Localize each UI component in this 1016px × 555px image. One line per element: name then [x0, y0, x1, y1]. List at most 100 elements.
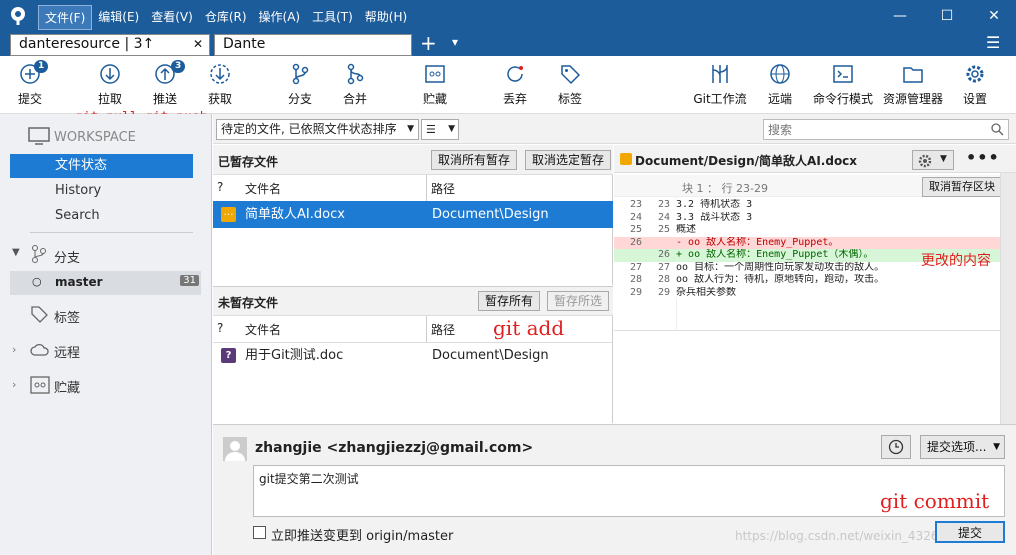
diff-line-text: 概述 [670, 224, 697, 235]
stash-label: 贮藏 [422, 92, 447, 106]
commit-badge: 1 [34, 60, 49, 73]
diff-line-text: 3.2 待机状态 3 [670, 199, 753, 210]
discard-button[interactable]: 丢弃 [485, 62, 545, 107]
diff-line-text: 3.3 战斗状态 3 [670, 211, 753, 223]
pull-button[interactable]: 拉取 [80, 62, 140, 107]
merge-button[interactable]: 合并 [325, 62, 385, 107]
sidebar-branches-heading[interactable]: 分支 [54, 247, 80, 266]
tag-icon [31, 306, 48, 323]
stage-selected-button[interactable]: 暂存所选 [547, 291, 610, 311]
sidebar-item-search[interactable]: Search [10, 204, 193, 228]
watermark-text: https://blog.csdn.net/weixin_43262054 [735, 529, 970, 543]
tag-button[interactable]: 标签 [540, 62, 600, 107]
push-button[interactable]: 3 推送 [135, 60, 195, 107]
gitflow-button[interactable]: Git工作流 [690, 62, 750, 107]
user-icon [225, 441, 245, 461]
tab-danteresource[interactable]: danteresource | 3↑ ✕ [10, 34, 210, 56]
chevron-right-icon[interactable]: › [12, 343, 16, 356]
menu-actions[interactable]: 操作(A) [253, 5, 307, 30]
sidebar-item-master[interactable]: ○ master 31 [10, 271, 201, 295]
column-divider [426, 175, 427, 201]
chevron-down-icon: ▼ [993, 442, 1000, 452]
menu-edit[interactable]: 编辑(E) [92, 5, 145, 30]
commit-options-button[interactable]: 提交选项... ▼ [920, 435, 1005, 459]
more-options-icon[interactable]: ••• [966, 148, 1000, 167]
branch-count-badge: 31 [180, 275, 199, 286]
diff-scrollbar[interactable] [1000, 173, 1016, 424]
column-header-status: ? [217, 180, 224, 194]
chevron-down-icon[interactable]: ▼ [12, 247, 20, 258]
hamburger-icon[interactable]: ☰ [986, 33, 1000, 52]
push-immediately-checkbox[interactable] [253, 526, 266, 539]
menu-view[interactable]: 查看(V) [145, 5, 199, 30]
new-line-number: 23 [657, 199, 670, 210]
menu-help[interactable]: 帮助(H) [359, 5, 413, 30]
minimize-icon[interactable]: — [890, 6, 910, 26]
menu-repository[interactable]: 仓库(R) [199, 5, 253, 30]
modified-icon: … [221, 207, 236, 222]
search-box[interactable] [763, 119, 1009, 140]
sidebar-remotes-heading[interactable]: 远程 [54, 342, 80, 361]
unstage-hunk-button[interactable]: 取消暂存区块 [922, 177, 1002, 197]
commit-history-button[interactable] [881, 435, 911, 459]
branch-button[interactable]: 分支 [270, 62, 330, 107]
old-line-number: 24 [629, 211, 642, 223]
window-close-icon[interactable]: ✕ [984, 6, 1004, 26]
stash-button[interactable]: 贮藏 [405, 62, 465, 107]
commit-button[interactable]: 1 提交 [0, 60, 60, 107]
stage-all-button[interactable]: 暂存所有 [478, 291, 541, 311]
search-input[interactable] [764, 120, 984, 139]
sidebar-tags-heading[interactable]: 标签 [54, 307, 80, 326]
gitflow-icon [712, 65, 728, 83]
terminal-button[interactable]: 命令行模式 [808, 62, 878, 107]
new-tab-icon[interactable]: + [420, 32, 437, 54]
discard-label: 丢弃 [502, 92, 527, 106]
monitor-icon [28, 127, 50, 145]
new-line-number: 28 [657, 274, 670, 285]
diff-end-divider [614, 330, 1000, 331]
title-bar: 文件(F) 编辑(E) 查看(V) 仓库(R) 操作(A) 工具(T) 帮助(H… [0, 0, 1016, 32]
staged-panel: 已暂存文件 取消所有暂存 取消选定暂存 ? 文件名 路径 … 简单敌人AI.do… [213, 145, 613, 285]
sidebar-item-file-status[interactable]: 文件状态 [10, 154, 193, 178]
column-header-filename[interactable]: 文件名 [245, 180, 281, 197]
sidebar-stashes-heading[interactable]: 贮藏 [54, 377, 80, 396]
sort-dropdown[interactable]: 待定的文件, 已依照文件状态排序 ▼ [216, 119, 419, 140]
column-header-path[interactable]: 路径 [431, 180, 455, 197]
unstage-selected-button[interactable]: 取消选定暂存 [525, 150, 612, 170]
diff-line-text: + oo 敌人名称：Enemy_Puppet（木偶）。 [670, 249, 874, 260]
submit-commit-button[interactable]: 提交 [935, 521, 1005, 543]
pull-label: 拉取 [97, 92, 122, 106]
push-badge: 3 [171, 60, 186, 73]
modified-icon [620, 153, 632, 165]
unstage-all-button[interactable]: 取消所有暂存 [431, 150, 518, 170]
column-header-filename[interactable]: 文件名 [245, 321, 281, 338]
tab-label: danteresource | 3↑ [19, 36, 155, 52]
explorer-button[interactable]: 资源管理器 [878, 62, 948, 107]
menu-tools[interactable]: 工具(T) [306, 5, 359, 30]
remote-button[interactable]: 远端 [750, 62, 810, 107]
table-row[interactable]: … 简单敌人AI.docx Document\Design [213, 201, 613, 228]
tab-dropdown-icon[interactable]: ▾ [452, 35, 458, 49]
branch-label: 分支 [287, 92, 312, 106]
untracked-icon: ? [221, 348, 236, 363]
diff-settings-button[interactable]: ▼ [912, 150, 954, 170]
tab-close-icon[interactable]: ✕ [193, 37, 203, 51]
view-mode-dropdown[interactable]: ☰ ▼ [421, 119, 459, 140]
tab-dante[interactable]: Dante [214, 34, 412, 56]
settings-button[interactable]: 设置 [945, 62, 1005, 107]
chevron-down-icon: ▼ [407, 124, 414, 134]
maximize-icon[interactable]: ☐ [937, 6, 957, 26]
hunk-range: 块 1 ： 行 23-29 [682, 182, 768, 195]
column-header-path[interactable]: 路径 [431, 321, 455, 338]
file-path: Document\Design [432, 348, 549, 363]
diff-line: 24 24 3.3 战斗状态 3 [614, 211, 1000, 224]
sidebar-item-history[interactable]: History [10, 179, 193, 203]
table-row[interactable]: ? 用于Git测试.doc Document\Design [213, 342, 613, 369]
menu-file[interactable]: 文件(F) [38, 5, 93, 30]
diff-line: 26 - oo 敌人名称：Enemy_Puppet。 [614, 236, 1000, 249]
sourcetree-logo-icon [11, 7, 25, 25]
chevron-down-icon: ▼ [448, 124, 455, 134]
chevron-right-icon[interactable]: › [12, 378, 16, 391]
old-line-number: 29 [629, 286, 642, 298]
fetch-button[interactable]: 获取 [190, 62, 250, 107]
